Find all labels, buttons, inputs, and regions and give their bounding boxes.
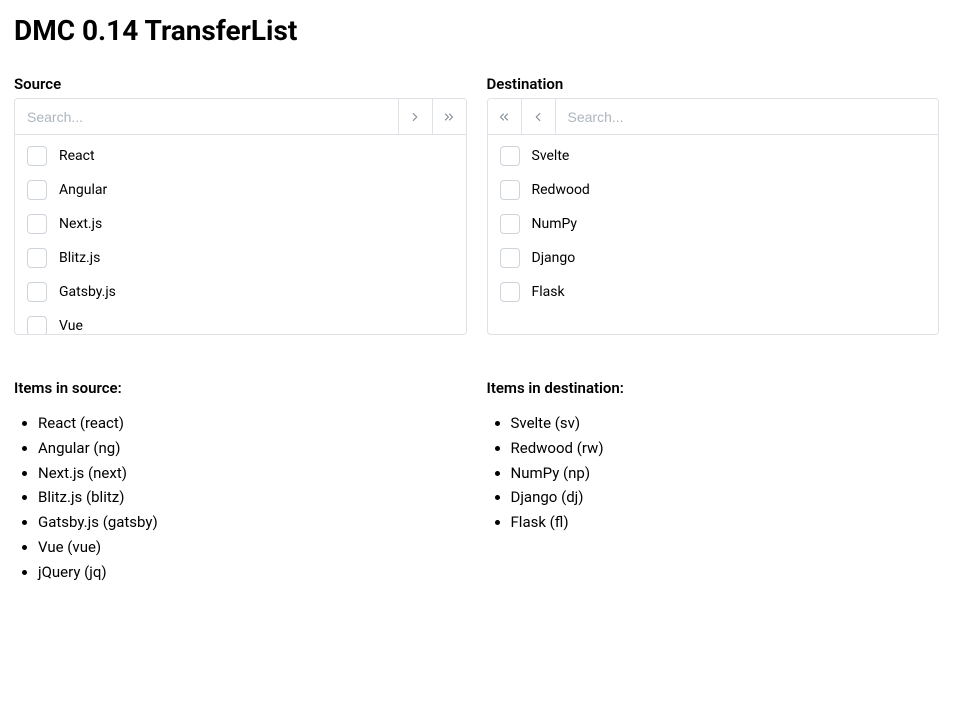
destination-search-input[interactable]: [556, 99, 939, 134]
list-item[interactable]: Next.js: [15, 207, 466, 241]
summary-item: jQuery (jq): [38, 560, 467, 585]
list-item[interactable]: Vue: [15, 309, 466, 334]
page-title: DMC 0.14 TransferList: [14, 14, 939, 47]
chevron-right-icon: [408, 110, 422, 124]
checkbox[interactable]: [27, 180, 47, 200]
list-item[interactable]: Django: [488, 241, 939, 275]
list-item-label: React: [59, 148, 95, 164]
list-item-label: Angular: [59, 182, 107, 198]
summary-item: NumPy (np): [511, 461, 940, 486]
destination-header: [488, 99, 939, 135]
checkbox[interactable]: [27, 282, 47, 302]
source-list[interactable]: ReactAngularNext.jsBlitz.jsGatsby.jsVuej…: [15, 135, 466, 334]
checkbox[interactable]: [27, 214, 47, 234]
source-header: [15, 99, 466, 135]
destination-summary: Items in destination: Svelte (sv)Redwood…: [487, 335, 940, 584]
list-item[interactable]: Svelte: [488, 139, 939, 173]
summary-row: Items in source: React (react)Angular (n…: [14, 335, 939, 584]
summary-item: React (react): [38, 411, 467, 436]
list-item-label: Flask: [532, 284, 565, 300]
checkbox[interactable]: [27, 248, 47, 268]
move-selected-right-button[interactable]: [398, 99, 432, 134]
source-panel: ReactAngularNext.jsBlitz.jsGatsby.jsVuej…: [14, 98, 467, 335]
source-summary-title: Items in source:: [14, 379, 467, 397]
summary-item: Django (dj): [511, 485, 940, 510]
destination-summary-list: Svelte (sv)Redwood (rw)NumPy (np)Django …: [487, 411, 940, 535]
summary-item: Angular (ng): [38, 436, 467, 461]
destination-column: Destination Svelte Redwood NumPy Django Flas…: [487, 75, 940, 335]
summary-item: Next.js (next): [38, 461, 467, 486]
checkbox[interactable]: [500, 282, 520, 302]
list-item-label: Blitz.js: [59, 250, 100, 266]
list-item-label: Svelte: [532, 148, 570, 164]
checkbox[interactable]: [500, 180, 520, 200]
list-item[interactable]: Redwood: [488, 173, 939, 207]
summary-item: Blitz.js (blitz): [38, 485, 467, 510]
checkbox[interactable]: [27, 316, 47, 334]
move-selected-left-button[interactable]: [522, 99, 556, 134]
checkbox[interactable]: [500, 214, 520, 234]
destination-panel: Svelte Redwood NumPy Django Flask: [487, 98, 940, 335]
summary-item: Svelte (sv): [511, 411, 940, 436]
chevrons-right-icon: [442, 110, 456, 124]
list-item[interactable]: NumPy: [488, 207, 939, 241]
list-item[interactable]: React: [15, 139, 466, 173]
chevron-left-icon: [531, 110, 545, 124]
destination-title: Destination: [487, 75, 940, 93]
chevrons-left-icon: [497, 110, 511, 124]
checkbox[interactable]: [500, 146, 520, 166]
transferlist: Source React Angular Next.js Blitz.js Gatsby…: [14, 75, 939, 335]
list-item-label: Redwood: [532, 182, 590, 198]
list-item-label: Gatsby.js: [59, 284, 116, 300]
checkbox[interactable]: [27, 146, 47, 166]
list-item-label: Vue: [59, 318, 83, 334]
list-item-label: NumPy: [532, 216, 578, 232]
move-all-left-button[interactable]: [488, 99, 522, 134]
list-item[interactable]: Angular: [15, 173, 466, 207]
destination-summary-title: Items in destination:: [487, 379, 940, 397]
source-summary: Items in source: React (react)Angular (n…: [14, 335, 467, 584]
list-item-label: Next.js: [59, 216, 102, 232]
list-item[interactable]: Gatsby.js: [15, 275, 466, 309]
checkbox[interactable]: [500, 248, 520, 268]
destination-list[interactable]: Svelte Redwood NumPy Django Flask: [488, 135, 939, 334]
summary-item: Gatsby.js (gatsby): [38, 510, 467, 535]
summary-item: Vue (vue): [38, 535, 467, 560]
move-all-right-button[interactable]: [432, 99, 466, 134]
source-title: Source: [14, 75, 467, 93]
source-summary-list: React (react)Angular (ng)Next.js (next)B…: [14, 411, 467, 584]
list-item[interactable]: Blitz.js: [15, 241, 466, 275]
summary-item: Flask (fl): [511, 510, 940, 535]
source-search-input[interactable]: [15, 99, 398, 134]
list-item[interactable]: Flask: [488, 275, 939, 309]
source-column: Source React Angular Next.js Blitz.js Gatsby…: [14, 75, 467, 335]
list-item-label: Django: [532, 250, 576, 266]
summary-item: Redwood (rw): [511, 436, 940, 461]
